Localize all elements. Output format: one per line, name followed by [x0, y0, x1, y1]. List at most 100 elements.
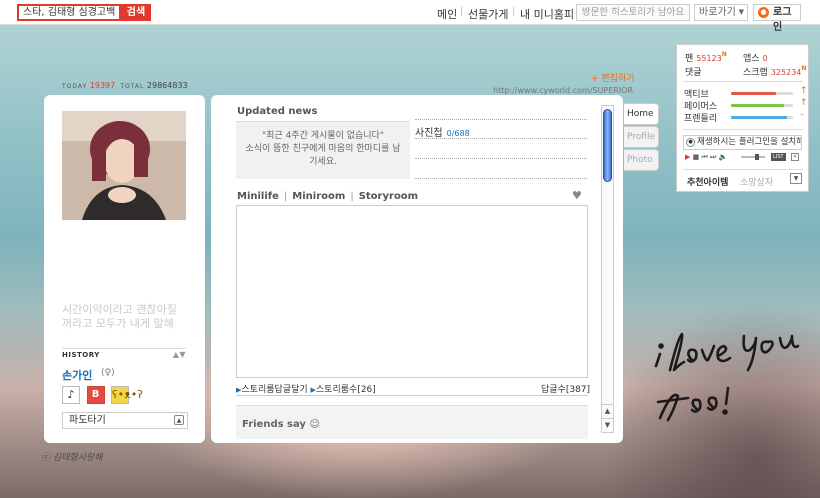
- apps-value: 0: [762, 54, 768, 63]
- meter-fill: [731, 116, 787, 119]
- apps-stat[interactable]: 앱스 0: [743, 51, 768, 64]
- dotted-divider: [415, 158, 587, 159]
- meter-bar: [731, 92, 793, 95]
- tab-separator: |: [283, 191, 288, 202]
- photo-album-link[interactable]: 사진첩 0/688: [415, 124, 470, 139]
- fan-stat[interactable]: 팬 55123N: [685, 51, 727, 64]
- dotted-divider: [415, 138, 587, 139]
- search-button[interactable]: 검색: [121, 4, 151, 21]
- main-panel: Updated news "최근 4주간 게시물이 없습니다" 소식이 뜸한 친…: [211, 95, 623, 443]
- recommend-item-label: 추천아이템: [687, 178, 729, 188]
- scrap-stat[interactable]: 스크랩 325234N: [743, 65, 806, 78]
- playlist-button[interactable]: LIST: [771, 153, 786, 161]
- nav-gift-shop[interactable]: 선물가게: [468, 6, 508, 22]
- recommend-seller[interactable]: 소망상자: [740, 175, 773, 188]
- top-bar: 스타, 김태형 심경고백 검색 메인 | 선물가게 | 내 미니홈피 방문한 히…: [0, 0, 820, 33]
- comment-stat[interactable]: 댓글: [685, 65, 702, 78]
- music-note-icon[interactable]: ♪: [62, 386, 80, 404]
- fan-label: 팬: [685, 54, 694, 64]
- arrow-up-icon: ↑: [800, 86, 808, 96]
- total-label: TOTAL: [120, 83, 145, 90]
- play-icon[interactable]: ▶: [685, 153, 690, 161]
- search-input[interactable]: 스타, 김태형 심경고백: [17, 4, 121, 21]
- history-dropdown[interactable]: 방문한 히스토리가 남아요: [576, 4, 690, 21]
- nav-main[interactable]: 메인: [437, 6, 457, 22]
- news-subtext: 소식이 뜸한 친구에게 마음의 한마디를 남기세요.: [245, 144, 401, 167]
- photo-album-count: 0/688: [446, 129, 470, 138]
- next-icon[interactable]: ⏭: [710, 153, 716, 161]
- tab-separator: |: [350, 191, 354, 202]
- wave-select[interactable]: 파도타기 ▲: [62, 412, 188, 429]
- nav-my-minihompy[interactable]: 내 미니홈피: [520, 6, 574, 22]
- comment-label: 댓글: [685, 68, 702, 78]
- blog-icon[interactable]: B: [86, 386, 105, 404]
- owner-name[interactable]: 손가인: [62, 367, 92, 383]
- story-count-link[interactable]: 스토리룸수: [316, 385, 357, 395]
- scroll-down-arrow[interactable]: ▼: [602, 418, 613, 430]
- plugin-text: 재생하시는 플러그인을 설치해 주세요 (설치): [697, 137, 802, 147]
- scroll-thumb[interactable]: [603, 109, 612, 182]
- login-label: 로그인: [773, 7, 792, 33]
- friends-say-label: Friends say: [242, 419, 306, 430]
- tab-miniroom[interactable]: Miniroom: [292, 191, 345, 202]
- dash-icon: –: [800, 110, 805, 120]
- total-count: 29864833: [146, 81, 188, 90]
- profile-photo[interactable]: [62, 111, 186, 220]
- friends-say-box: Friends say ☺: [236, 405, 588, 439]
- profile-message: 시간이약이라고 괜찮아질꺼라고 모두가 내게 말해: [62, 303, 177, 330]
- scrollbar[interactable]: ▲ ▼: [601, 105, 614, 433]
- expand-icon: ▲▼: [172, 350, 186, 359]
- tab-profile[interactable]: Profile: [624, 126, 659, 148]
- volume-knob[interactable]: [755, 154, 759, 160]
- login-button[interactable]: ● 로그인: [753, 4, 801, 33]
- scrap-label: 스크랩: [743, 68, 768, 78]
- scroll-up-arrow[interactable]: ▲: [602, 404, 613, 416]
- nav-separator: |: [460, 6, 464, 17]
- profile-photo-image: [62, 111, 186, 220]
- chevron-up-icon: ▲: [174, 415, 184, 425]
- heart-icon[interactable]: ♥: [572, 189, 582, 202]
- history-toggle[interactable]: HISTORY ▲▼: [62, 348, 186, 359]
- reply-count-value: [387]: [565, 385, 591, 395]
- new-mark: N: [721, 51, 727, 58]
- badge-row: ♪ B ʕ•ᴥ•ʔ: [62, 386, 143, 404]
- arrow-up-icon: ↑: [800, 98, 808, 108]
- goto-label: 바로가기: [699, 7, 736, 18]
- profile-panel: 시간이약이라고 괜찮아질꺼라고 모두가 내게 말해 HISTORY ▲▼ 손가인…: [44, 95, 205, 443]
- scrap-value: 325234: [770, 68, 802, 77]
- chevron-down-icon[interactable]: ▼: [790, 173, 802, 184]
- login-icon: ●: [758, 7, 769, 18]
- news-box: "최근 4주간 게시물이 없습니다" 소식이 뜸한 친구에게 마음의 한마디를 …: [236, 121, 410, 179]
- stats-widget: 팬 55123N 앱스 0 댓글 스크랩 325234N 액티브 ↑ 페이머스 ↑ 프…: [676, 44, 809, 192]
- new-mark: N: [801, 65, 807, 72]
- goto-select[interactable]: 바로가기 ▼: [694, 4, 748, 21]
- tab-storyroom[interactable]: Storyroom: [359, 191, 418, 202]
- bear-icon[interactable]: ʕ•ᴥ•ʔ: [111, 386, 143, 404]
- story-links: ▶스토리룸답글달기 ▶스토리룸수[26]: [236, 382, 376, 395]
- apps-label: 앱스: [743, 54, 760, 64]
- tab-minilife[interactable]: Minilife: [237, 191, 279, 202]
- section-divider: [236, 395, 588, 396]
- home-url[interactable]: http://www.cyworld.com/SUPERIOR: [493, 86, 633, 95]
- tab-home[interactable]: Home: [624, 103, 659, 125]
- plugin-install-button[interactable]: ● 재생하시는 플러그인을 설치해 주세요 (설치): [683, 135, 802, 150]
- dotted-divider: [415, 119, 587, 120]
- plugin-icon: ●: [686, 138, 695, 147]
- history-label: HISTORY: [62, 351, 100, 359]
- miniroom-area[interactable]: [236, 205, 588, 378]
- wave-label: 파도타기: [69, 415, 106, 426]
- tab-photo[interactable]: Photo: [624, 149, 659, 171]
- prev-icon[interactable]: ⏮: [701, 153, 707, 161]
- meter-fill: [731, 104, 784, 107]
- chevron-down-icon: ▼: [738, 8, 744, 16]
- edit-link[interactable]: + 편집하기: [591, 71, 635, 84]
- story-count: [26]: [357, 385, 376, 395]
- close-icon[interactable]: ✕: [791, 153, 799, 161]
- meter-label: 프렌들리: [684, 114, 718, 124]
- stop-icon[interactable]: ■: [693, 153, 700, 161]
- widget-divider: [683, 81, 803, 82]
- signature: ⓒ 김태형사랑해: [41, 453, 103, 463]
- volume-slider[interactable]: [741, 154, 765, 160]
- story-reply-link[interactable]: 스토리룸답글달기: [241, 385, 307, 395]
- updated-news-title: Updated news: [237, 106, 318, 117]
